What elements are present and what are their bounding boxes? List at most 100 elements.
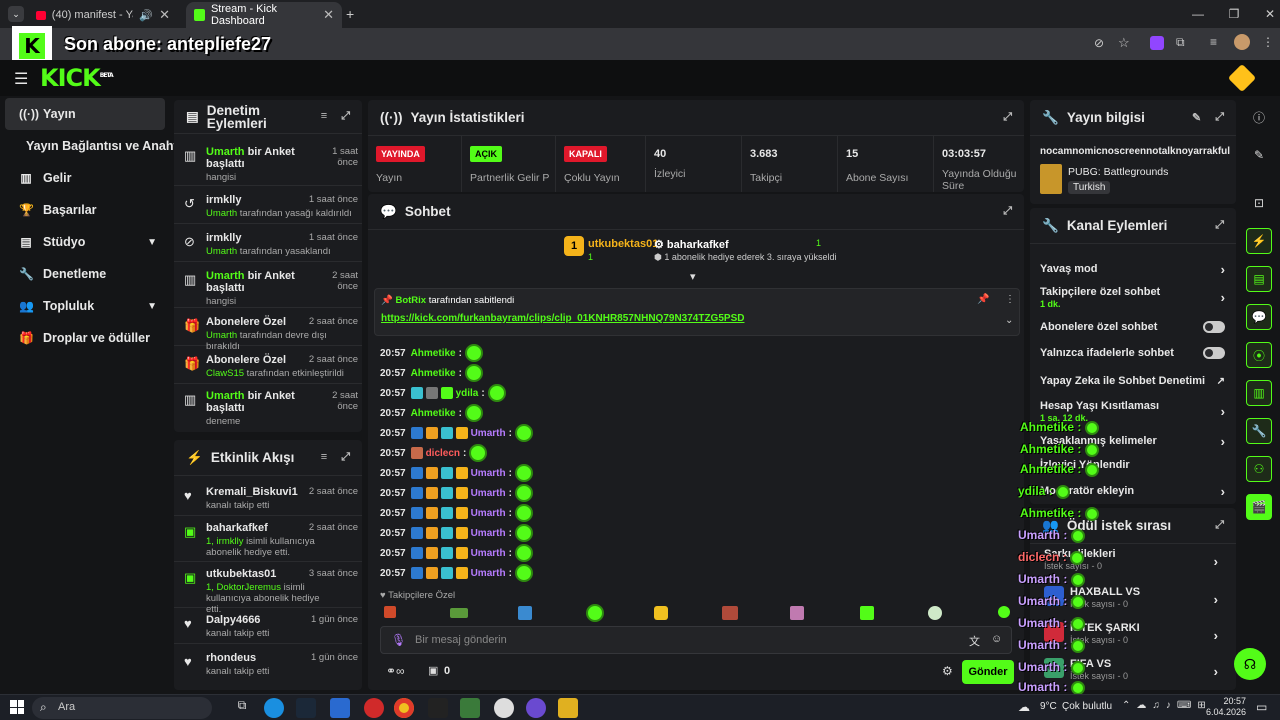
more-icon[interactable]: ⋮: [1005, 294, 1015, 305]
message-username[interactable]: Umarth: [471, 428, 506, 439]
message-username[interactable]: Umarth: [471, 468, 506, 479]
action-ai-moderation[interactable]: Yapay Zeka ile Sohbet Denetimi ↗: [1040, 374, 1225, 388]
user-avatar-badge[interactable]: [1227, 63, 1257, 93]
message-username[interactable]: Ahmetike: [411, 408, 456, 419]
filter-icon[interactable]: ≡: [321, 110, 327, 123]
points-icon[interactable]: ⚭∞: [386, 664, 405, 678]
sidebar-item-topluluk[interactable]: 👥 Topluluk ▼: [5, 290, 165, 322]
emote-icon[interactable]: [928, 606, 942, 620]
toggle-switch[interactable]: [1203, 347, 1225, 359]
sidebar-item-gelir[interactable]: ▥ Gelir: [5, 162, 165, 194]
action-emotes-only[interactable]: Yalnızca ifadelerle sohbet: [1040, 346, 1225, 360]
taskbar-search[interactable]: ⌕ Ara: [32, 697, 212, 719]
emote-icon[interactable]: [384, 606, 396, 618]
app-icon[interactable]: [460, 698, 480, 718]
message-username[interactable]: ydila: [456, 388, 479, 399]
discord-icon[interactable]: [526, 698, 546, 718]
action-subscribers-only[interactable]: Abonelere özel sohbet: [1040, 320, 1225, 334]
edit-icon[interactable]: ✎: [1192, 111, 1201, 124]
settings-gear-icon[interactable]: ⚙: [942, 664, 953, 678]
toggle-switch[interactable]: [1203, 321, 1225, 333]
chat-input[interactable]: 🎙 Bir mesaj gönderin 文 ☺: [380, 626, 1012, 654]
popout-icon[interactable]: ⤢: [1215, 219, 1224, 232]
popout-icon[interactable]: ⤢: [1215, 111, 1224, 124]
tab-search-icon[interactable]: ⌄: [8, 6, 24, 22]
chrome-icon[interactable]: [394, 698, 414, 718]
message-username[interactable]: Ahmetike: [411, 368, 456, 379]
media-icon[interactable]: ≡: [1210, 35, 1217, 49]
emote-bar[interactable]: [384, 604, 1020, 622]
menu-icon[interactable]: ⋮: [1262, 35, 1274, 49]
emote-icon[interactable]: [722, 606, 738, 620]
app-icon[interactable]: [364, 698, 384, 718]
pinned-link[interactable]: https://kick.com/furkanbayram/clips/clip…: [381, 313, 744, 324]
message-username[interactable]: Umarth: [471, 568, 506, 579]
store-icon[interactable]: [330, 698, 350, 718]
sidebar-item-denetleme[interactable]: 🔧 Denetleme: [5, 258, 165, 290]
emoji-icon[interactable]: ☺: [991, 633, 1002, 645]
close-window-icon[interactable]: ✕: [1252, 0, 1280, 28]
emote-icon[interactable]: [860, 606, 874, 620]
message-username[interactable]: Umarth: [471, 488, 506, 499]
close-tab-icon[interactable]: ✕: [323, 7, 334, 23]
emote-icon[interactable]: [586, 604, 604, 622]
twitch-extension-icon[interactable]: [1150, 36, 1164, 50]
people-widget-icon[interactable]: ⚇: [1246, 456, 1272, 482]
tab-youtube[interactable]: (40) manifest - Yaşanacaksı 🔊 ✕: [28, 2, 178, 28]
file-explorer-icon[interactable]: [558, 698, 578, 718]
sidebar-item-yayin[interactable]: ((·)) Yayın: [5, 98, 165, 130]
close-tab-icon[interactable]: ✕: [159, 7, 170, 23]
steam-icon[interactable]: [296, 698, 316, 718]
new-tab-icon[interactable]: +: [346, 6, 354, 22]
message-username[interactable]: diclecn: [426, 448, 460, 459]
sidebar-item-studyo[interactable]: ▤ Stüdyo ▼: [5, 226, 165, 258]
sidebar-item-stream-key[interactable]: Yayın Bağlantısı ve Anahtarı: [12, 130, 193, 162]
emote-icon[interactable]: [790, 606, 804, 620]
sidebar-item-droplar[interactable]: 🎁 Droplar ve ödüller: [5, 322, 165, 354]
emote-icon[interactable]: [998, 606, 1010, 618]
popout-icon[interactable]: ⤢: [1003, 205, 1012, 218]
stats-widget-icon[interactable]: ▤: [1246, 266, 1272, 292]
emote-icon[interactable]: [518, 606, 532, 620]
message-username[interactable]: Umarth: [471, 548, 506, 559]
maximize-icon[interactable]: ❐: [1216, 0, 1252, 28]
bolt-widget-icon[interactable]: ⚡: [1246, 228, 1272, 254]
collapse-icon[interactable]: ▾: [690, 270, 696, 283]
notifications-icon[interactable]: ▭: [1256, 700, 1267, 714]
action-followers-only[interactable]: Takipçilere özel sohbet 1 dk. ›: [1040, 286, 1225, 310]
screenshot-icon[interactable]: ⊡: [1246, 190, 1272, 216]
epic-games-icon[interactable]: [428, 698, 448, 718]
popout-icon[interactable]: ⤢: [1215, 519, 1224, 532]
message-username[interactable]: Umarth: [471, 508, 506, 519]
info-icon[interactable]: ⓘ: [1246, 104, 1272, 130]
send-button[interactable]: Gönder: [962, 660, 1014, 684]
recent-gifter[interactable]: ⚙ baharkafkef: [654, 238, 729, 251]
microphone-icon[interactable]: 🎙: [391, 633, 406, 647]
filter-icon[interactable]: ≡: [321, 451, 327, 464]
edge-icon[interactable]: [264, 698, 284, 718]
extensions-icon[interactable]: ⧉: [1176, 35, 1185, 50]
chat-widget-icon[interactable]: 💬: [1246, 304, 1272, 330]
translate-icon[interactable]: 文: [969, 633, 980, 649]
kick-logo[interactable]: KICKBETA: [40, 64, 114, 92]
profile-avatar[interactable]: [1234, 34, 1250, 50]
mod-widget-icon[interactable]: ▥: [1246, 380, 1272, 406]
edit-icon[interactable]: ✎: [1246, 142, 1272, 168]
emote-icon[interactable]: [450, 608, 468, 618]
popout-icon[interactable]: ⤢: [341, 110, 350, 123]
emote-icon[interactable]: [654, 606, 668, 620]
app-icon[interactable]: [494, 698, 514, 718]
expand-chevron-icon[interactable]: ⌄: [1005, 315, 1013, 326]
hamburger-menu-icon[interactable]: ☰: [14, 69, 28, 89]
message-username[interactable]: Ahmetike: [411, 348, 456, 359]
windows-start-icon[interactable]: [10, 700, 24, 714]
broadcast-widget-icon[interactable]: ⦿: [1246, 342, 1272, 368]
task-view-icon[interactable]: ⧉: [232, 698, 252, 718]
action-slow-mode[interactable]: Yavaş mod ›: [1040, 262, 1225, 277]
stream-category[interactable]: PUBG: Battlegrounds: [1068, 166, 1168, 178]
minimize-icon[interactable]: —: [1180, 0, 1216, 28]
eye-off-icon[interactable]: ⊘: [1094, 36, 1104, 50]
top-gifter-name[interactable]: utkubektas01: [588, 238, 658, 250]
support-chat-icon[interactable]: ☊: [1234, 648, 1266, 680]
message-username[interactable]: Umarth: [471, 528, 506, 539]
